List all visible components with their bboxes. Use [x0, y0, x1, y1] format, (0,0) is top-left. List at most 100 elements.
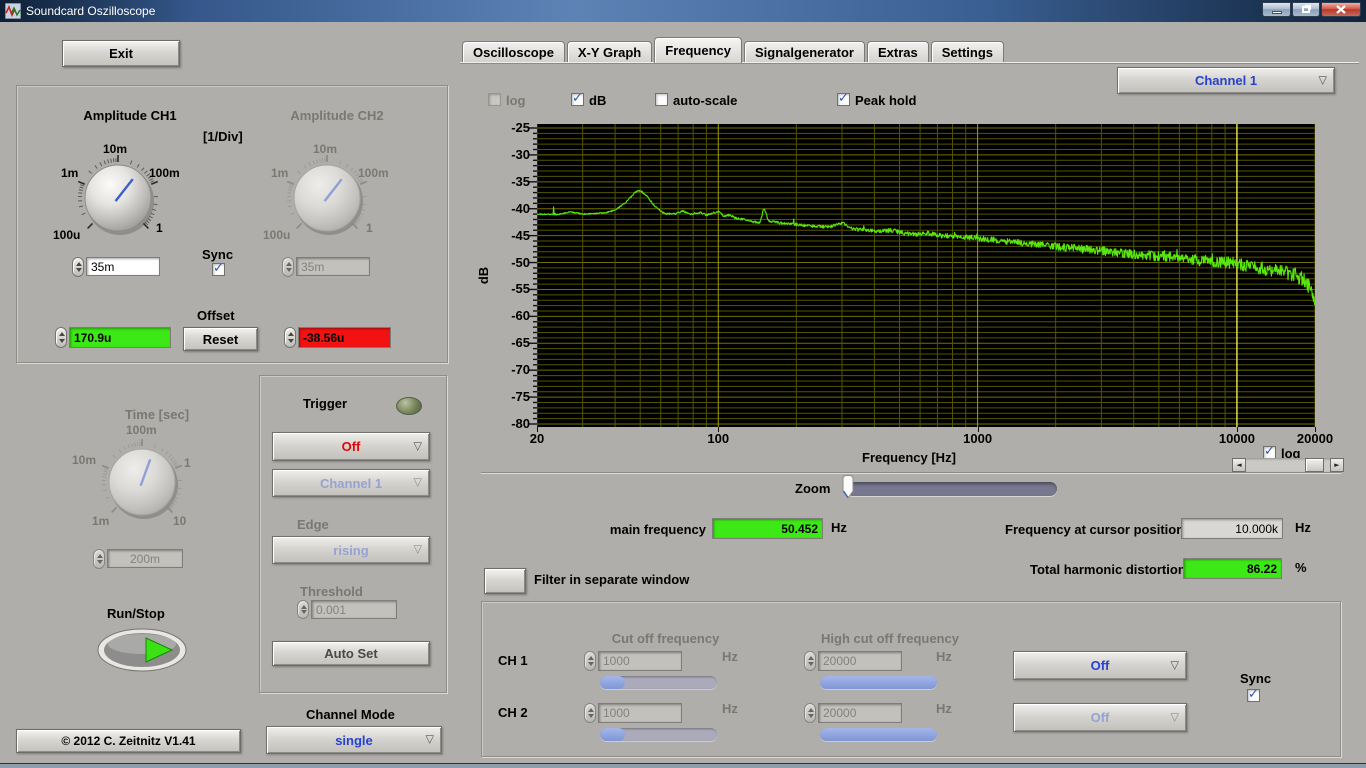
amplitude-ch2-label: Amplitude CH2 [290, 108, 384, 123]
ch1-high-cutoff-unit: Hz [936, 649, 952, 664]
ch1-cutoff-spinner[interactable] [584, 651, 596, 671]
cursor-frequency-unit: Hz [1295, 520, 1311, 535]
trigger-source-value: Channel 1 [319, 475, 383, 491]
ch2-high-cutoff-spinner[interactable] [804, 703, 816, 723]
knob-scale-label: 1 [366, 221, 373, 235]
scroll-left-icon[interactable]: ◄ [1232, 458, 1246, 472]
tab-x-y-graph[interactable]: X-Y Graph [566, 41, 653, 63]
high-cutoff-header: High cut off frequency [821, 631, 959, 646]
knob-scale-label: 100u [53, 228, 81, 242]
sync-checkbox[interactable] [212, 261, 225, 276]
db-checkbox[interactable] [571, 91, 584, 106]
auto-scale-checkbox[interactable] [655, 93, 668, 106]
ch1-high-cutoff-slider[interactable] [820, 676, 937, 689]
x-tick-label: 100 [707, 431, 730, 446]
peak-hold-checkbox-label: Peak hold [855, 93, 917, 108]
chevron-down-icon: ▽ [1170, 709, 1179, 723]
ch2-cutoff-value: 1000 [598, 703, 682, 723]
main-frequency-unit: Hz [831, 520, 847, 535]
filter-ch2-label: CH 2 [498, 705, 528, 720]
thd-label: Total harmonic distortion [1030, 562, 1186, 577]
threshold-spinner[interactable] [297, 600, 309, 619]
title-bar: Soundcard Oszilloscope [0, 0, 1366, 22]
channel-selector-dropdown[interactable]: Channel 1 ▽ [1117, 67, 1335, 94]
graph-scrollbar[interactable]: ◄ ► [1232, 458, 1344, 472]
ch1-filter-mode-value: Off [1090, 658, 1110, 673]
chevron-down-icon: ▽ [413, 475, 422, 489]
ch2-filter-mode-dropdown: Off ▽ [1013, 703, 1187, 732]
zoom-slider-handle[interactable] [841, 474, 855, 500]
run-stop-button[interactable] [96, 628, 188, 672]
amplitude-ch2-spinner[interactable] [282, 257, 294, 277]
offset-ch1-value[interactable]: 170.9u [69, 327, 171, 348]
offset-reset-button[interactable]: Reset [183, 327, 258, 351]
ch2-cutoff-slider[interactable] [600, 728, 717, 741]
y-tick-label: -80 [511, 416, 530, 431]
tab-settings[interactable]: Settings [930, 41, 1005, 63]
tab-signalgenerator[interactable]: Signalgenerator [744, 41, 865, 63]
cutoff-header: Cut off frequency [611, 631, 720, 646]
offset-ch2-value[interactable]: -38.56u [298, 327, 391, 348]
scrollbar-thumb[interactable] [1305, 458, 1324, 472]
ch1-cutoff-slider[interactable] [600, 676, 717, 689]
ch2-high-cutoff-slider[interactable] [820, 728, 937, 741]
channel-mode-value: single [335, 732, 373, 748]
minimize-button[interactable] [1262, 2, 1291, 17]
spectrum-chart [536, 124, 1316, 427]
sync-label: Sync [202, 247, 234, 262]
amplitude-ch1-spinner[interactable] [72, 257, 84, 277]
ch2-cutoff-spinner[interactable] [584, 703, 596, 723]
chevron-down-icon: ▽ [413, 542, 422, 556]
ch1-high-cutoff-spinner[interactable] [804, 651, 816, 671]
x-tick-label: 20000 [1296, 431, 1334, 446]
chevron-down-icon: ▽ [425, 732, 434, 746]
y-tick-label: -45 [511, 227, 530, 243]
knob-scale-label: 1 [156, 221, 163, 235]
ch2-cutoff-unit: Hz [722, 701, 738, 716]
trigger-edge-value: rising [333, 542, 369, 558]
peak-hold-checkbox[interactable] [837, 91, 850, 106]
close-button[interactable] [1321, 2, 1361, 17]
tab-frequency[interactable]: Frequency [654, 37, 743, 63]
x-axis-title: Frequency [Hz] [862, 450, 956, 465]
knob-scale-label: 10 [173, 514, 187, 528]
auto-set-button[interactable]: Auto Set [272, 641, 430, 666]
filter-sync-checkbox[interactable] [1247, 687, 1260, 702]
knob-scale-label: 100m [358, 166, 389, 180]
threshold-label: Threshold [300, 584, 363, 599]
tab-oscilloscope[interactable]: Oscilloscope [462, 41, 565, 63]
filter-ch1-label: CH 1 [498, 653, 528, 668]
y-tick-label: -55 [511, 281, 530, 297]
scroll-right-icon[interactable]: ► [1330, 458, 1344, 472]
x-tick-label: 20 [529, 431, 545, 446]
offset-ch1-spinner[interactable] [55, 327, 67, 348]
run-stop-label: Run/Stop [107, 606, 165, 621]
y-tick-label: -25 [511, 120, 530, 135]
ch1-filter-mode-dropdown[interactable]: Off ▽ [1013, 651, 1187, 680]
chevron-down-icon: ▽ [1170, 657, 1179, 671]
spectrum-plot-area[interactable] [536, 124, 1316, 427]
amplitude-ch1-value[interactable]: 35m [86, 257, 160, 276]
knob-scale-label: 10m [72, 453, 97, 467]
knob-scale-label: 10m [103, 142, 128, 156]
y-tick-label: -75 [511, 389, 530, 405]
maximize-button[interactable] [1292, 2, 1320, 17]
trigger-led [396, 397, 422, 415]
filter-window-button[interactable] [484, 568, 526, 594]
offset-ch2-spinner[interactable] [284, 327, 296, 348]
tab-extras[interactable]: Extras [866, 41, 929, 63]
channel-mode-label: Channel Mode [306, 707, 395, 722]
trigger-mode-dropdown[interactable]: Off ▽ [272, 432, 430, 461]
trigger-edge-dropdown: rising ▽ [272, 536, 430, 564]
zoom-slider-track[interactable] [846, 482, 1057, 496]
maximize-icon [1302, 6, 1310, 13]
knob-scale-label: 1 [184, 456, 191, 470]
copyright-button[interactable]: © 2012 C. Zeitnitz V1.41 [16, 729, 241, 753]
exit-button[interactable]: Exit [62, 40, 180, 67]
y-axis-ticks [529, 127, 537, 425]
y-tick-label: -35 [511, 173, 530, 189]
channel-mode-dropdown[interactable]: single ▽ [266, 726, 442, 754]
ch1-cutoff-unit: Hz [722, 649, 738, 664]
knob-scale-label: 100m [149, 166, 180, 180]
time-spinner[interactable] [93, 549, 105, 569]
